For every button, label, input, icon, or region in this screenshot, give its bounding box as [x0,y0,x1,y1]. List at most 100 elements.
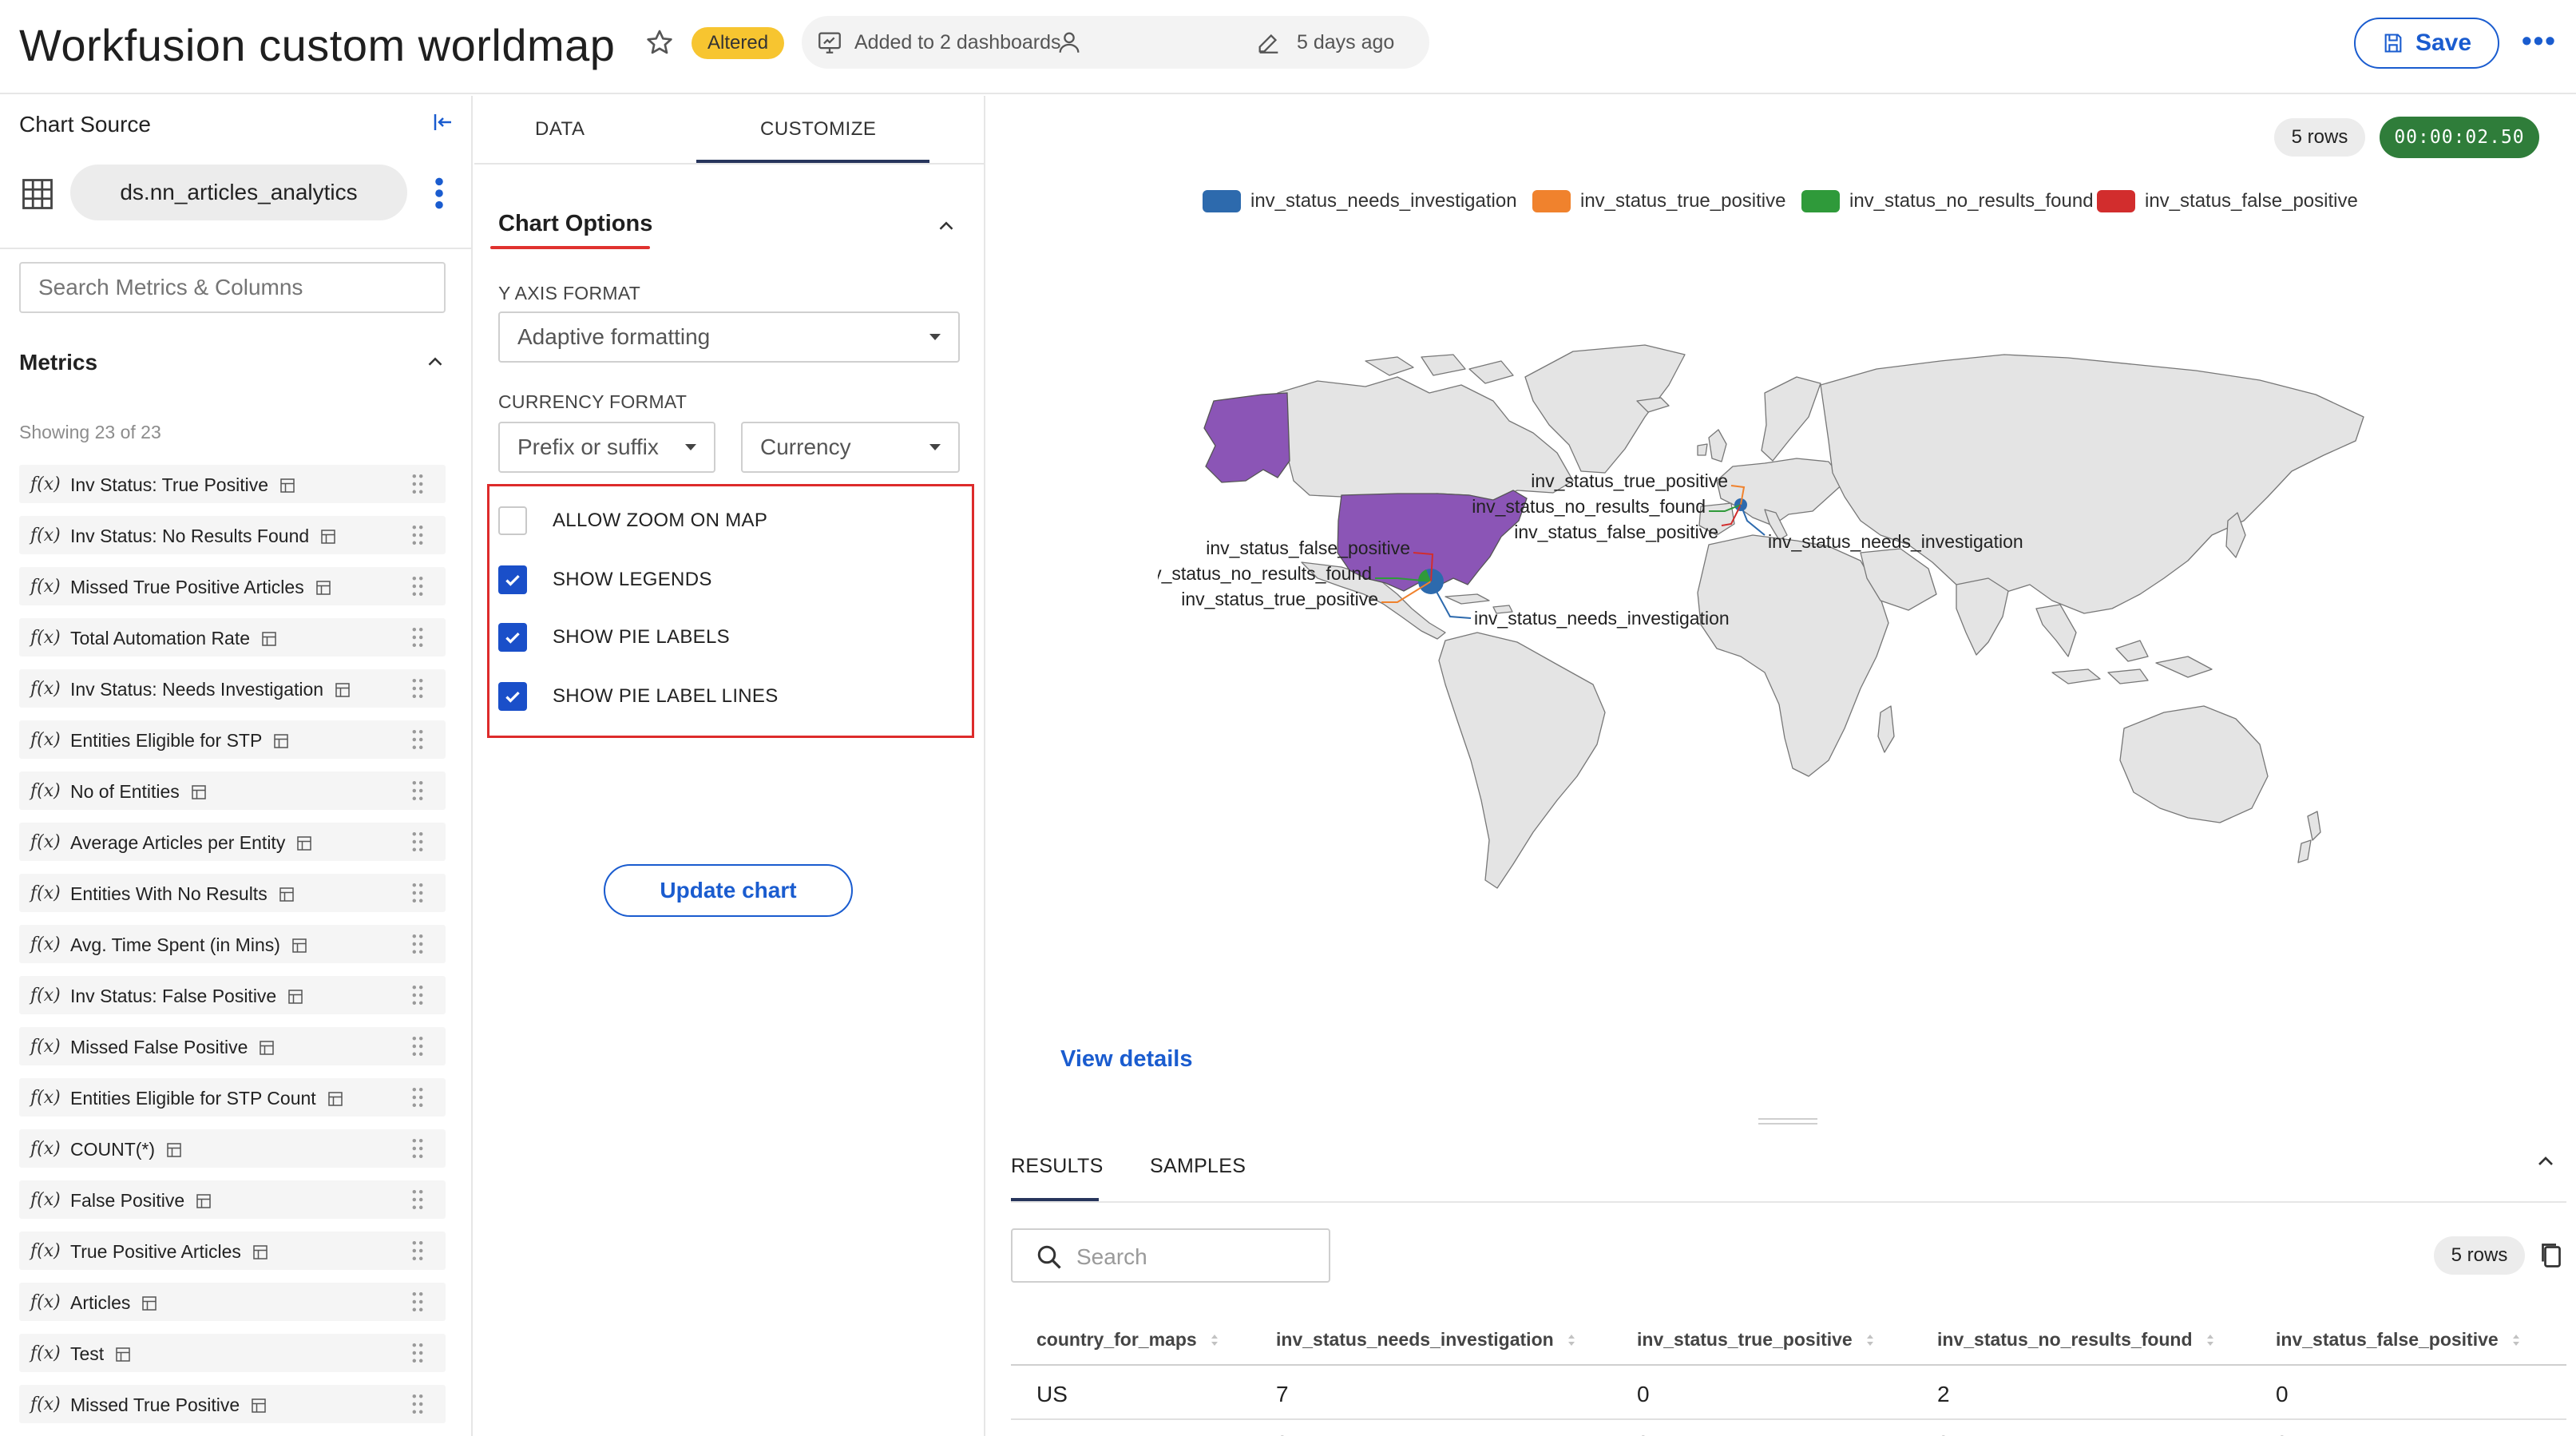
chart-options-heading[interactable]: Chart Options [498,211,652,237]
altered-badge[interactable]: Altered [692,27,785,59]
checkbox[interactable] [498,565,527,594]
checkbox[interactable] [498,623,527,652]
metric-item[interactable]: f(x) Avg. Time Spent (in Mins) [19,925,446,963]
metric-item[interactable]: f(x) Inv Status: True Positive [19,465,446,503]
tab-data[interactable]: DATA [535,118,585,141]
tab-results[interactable]: RESULTS [1011,1155,1104,1178]
sort-icon[interactable] [2511,1332,2521,1348]
pie-label-eu-true-positive: inv_status_true_positive [1531,470,1728,491]
drag-handle-icon[interactable] [410,1393,425,1415]
copy-icon[interactable] [2539,1241,2563,1270]
drag-handle-icon[interactable] [410,1291,425,1313]
column-header[interactable]: inv_status_needs_investigation [1276,1329,1576,1351]
metric-item[interactable]: f(x) Articles [19,1283,446,1321]
drag-handle-icon[interactable] [410,1035,425,1057]
more-options-button[interactable]: ••• [2522,24,2557,58]
metric-label: Entities Eligible for STP [70,730,263,751]
metric-item[interactable]: f(x) COUNT(*) [19,1129,446,1168]
drag-handle-icon[interactable] [410,984,425,1006]
sort-icon[interactable] [1210,1332,1219,1348]
metric-label: Missed True Positive [70,1394,240,1415]
user-icon[interactable] [1056,29,1083,56]
dataset-selector[interactable]: ds.nn_articles_analytics [70,165,407,220]
currency-position-select[interactable]: Prefix or suffix [498,422,715,473]
view-details-link[interactable]: View details [1060,1046,1193,1073]
chart-title[interactable]: Workfusion custom worldmap [19,19,615,71]
metric-item[interactable]: f(x) Inv Status: False Positive [19,976,446,1014]
metric-item[interactable]: f(x) Missed True Positive [19,1385,446,1423]
last-modified[interactable]: 5 days ago [1297,31,1394,54]
drag-handle-icon[interactable] [410,1086,425,1109]
chevron-up-icon[interactable] [423,350,447,374]
checkbox-label: SHOW LEGENDS [553,569,712,590]
column-header[interactable]: inv_status_true_positive [1637,1329,1875,1351]
drag-handle-icon[interactable] [410,882,425,904]
checkbox-row[interactable]: SHOW LEGENDS [498,564,712,596]
metric-item[interactable]: f(x) Missed False Positive [19,1027,446,1065]
checkbox[interactable] [498,506,527,535]
star-icon[interactable] [644,27,676,59]
checkbox-row[interactable]: ALLOW ZOOM ON MAP [498,505,767,537]
drag-handle-icon[interactable] [410,677,425,700]
y-axis-format-value: Adaptive formatting [517,324,711,349]
drag-handle-icon[interactable] [410,524,425,546]
sort-icon[interactable] [1567,1332,1576,1348]
metric-item[interactable]: f(x) False Positive [19,1180,446,1219]
legend-item[interactable]: inv_status_needs_investigation [1203,190,1517,212]
metric-item[interactable]: f(x) No of Entities [19,772,446,810]
tab-samples[interactable]: SAMPLES [1150,1155,1246,1178]
tab-customize[interactable]: CUSTOMIZE [760,118,876,141]
drag-handle-icon[interactable] [410,1240,425,1262]
chevron-up-icon[interactable] [2533,1148,2558,1174]
dashboards-count[interactable]: Added to 2 dashboards [854,31,1061,54]
search-metrics-input[interactable] [19,262,446,313]
sort-icon[interactable] [1865,1332,1875,1348]
drag-handle-icon[interactable] [410,626,425,649]
function-icon: f(x) [30,1139,61,1159]
legend-label: inv_status_true_positive [1580,190,1786,212]
collapse-panel-icon[interactable] [431,110,455,134]
y-axis-format-select[interactable]: Adaptive formatting [498,311,960,363]
search-placeholder: Search [1076,1244,1147,1269]
dataset-menu-icon[interactable] [431,176,447,211]
chevron-up-icon[interactable] [934,214,958,238]
column-header[interactable]: country_for_maps [1036,1329,1219,1351]
results-search-input[interactable]: Search [1011,1228,1330,1283]
update-chart-button[interactable]: Update chart [604,864,853,917]
drag-handle-icon[interactable] [410,1342,425,1364]
metric-item[interactable]: f(x) Entities With No Results [19,874,446,912]
metric-item[interactable]: f(x) Average Articles per Entity [19,823,446,861]
query-time-badge: 00:00:02.50 [2380,117,2539,158]
metrics-heading[interactable]: Metrics [19,350,97,375]
legend-item[interactable]: inv_status_false_positive [2097,190,2358,212]
sort-icon[interactable] [2205,1332,2215,1348]
metric-item[interactable]: f(x) Inv Status: Needs Investigation [19,669,446,708]
drag-handle-icon[interactable] [410,728,425,751]
legend-item[interactable]: inv_status_true_positive [1532,190,1785,212]
checkbox-row[interactable]: SHOW PIE LABELS [498,621,730,653]
drag-handle-icon[interactable] [410,575,425,597]
legend-item[interactable]: inv_status_no_results_found [1801,190,2094,212]
metric-item[interactable]: f(x) True Positive Articles [19,1232,446,1270]
resize-handle[interactable] [1758,1118,1817,1125]
drag-handle-icon[interactable] [410,473,425,495]
drag-handle-icon[interactable] [410,1188,425,1211]
metric-item[interactable]: f(x) Total Automation Rate [19,618,446,657]
world-map[interactable]: inv_status_false_positive inv_status_no_… [1158,281,2372,920]
metric-item[interactable]: f(x) Entities Eligible for STP [19,720,446,759]
metric-item[interactable]: f(x) Test [19,1334,446,1372]
save-label: Save [2415,30,2472,56]
column-header[interactable]: inv_status_false_positive [2276,1329,2521,1351]
metric-item[interactable]: f(x) Entities Eligible for STP Count [19,1078,446,1117]
checkbox-row[interactable]: SHOW PIE LABEL LINES [498,680,779,712]
metric-item[interactable]: f(x) Missed True Positive Articles [19,567,446,605]
drag-handle-icon[interactable] [410,831,425,853]
checkbox[interactable] [498,682,527,711]
metric-item[interactable]: f(x) Inv Status: No Results Found [19,516,446,554]
drag-handle-icon[interactable] [410,933,425,955]
save-button[interactable]: Save [2354,18,2499,69]
column-header[interactable]: inv_status_no_results_found [1937,1329,2215,1351]
currency-select[interactable]: Currency [741,422,960,473]
drag-handle-icon[interactable] [410,1137,425,1160]
drag-handle-icon[interactable] [410,779,425,802]
